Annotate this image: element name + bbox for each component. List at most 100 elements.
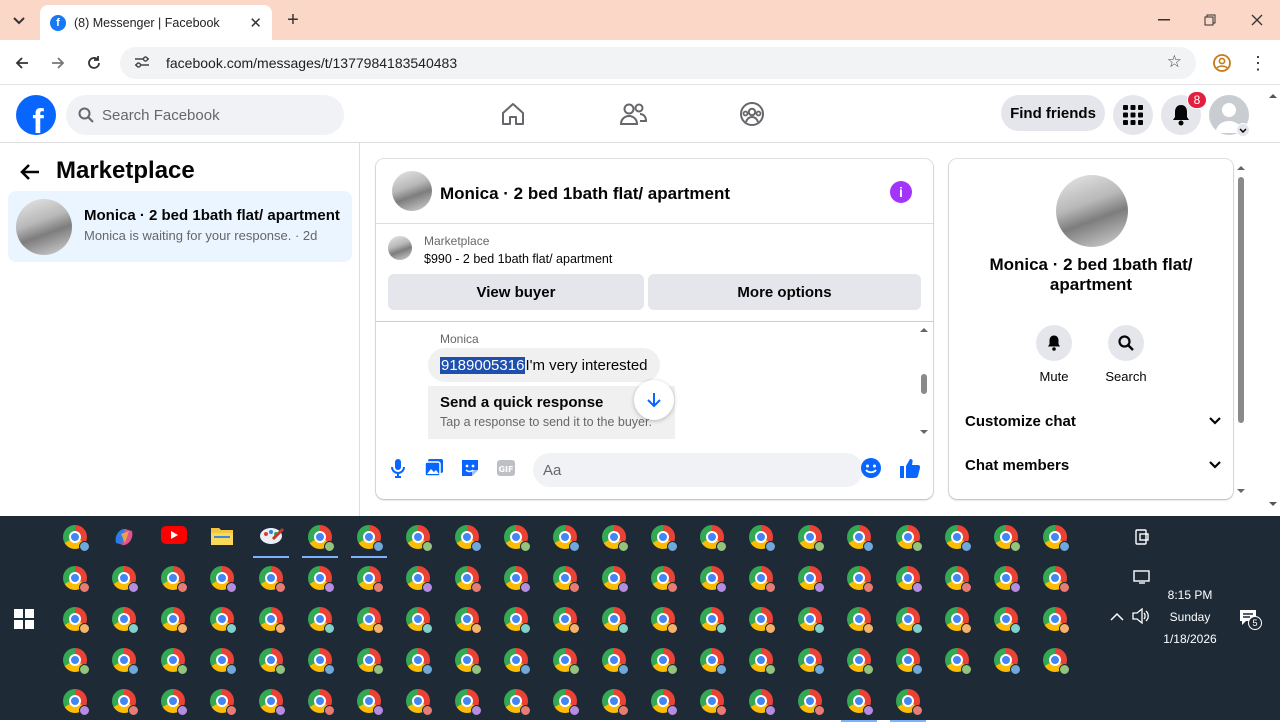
emoji-icon[interactable] <box>859 456 883 480</box>
clock-day[interactable]: Sunday <box>1150 610 1230 624</box>
info-icon[interactable]: i <box>890 181 912 203</box>
windows-start-icon[interactable] <box>14 609 34 629</box>
close-tab-icon[interactable]: ✕ <box>249 14 262 32</box>
chrome-profile-icon[interactable] <box>994 607 1021 634</box>
chrome-profile-icon[interactable] <box>455 566 482 593</box>
show-hidden-icons-chevron-up-icon[interactable] <box>1110 609 1126 625</box>
clock-date[interactable]: 1/18/2026 <box>1150 632 1230 646</box>
details-avatar[interactable] <box>1056 175 1128 247</box>
chrome-profile-icon[interactable] <box>357 566 384 593</box>
chrome-profile-icon[interactable] <box>259 648 286 675</box>
chrome-profile-icon[interactable] <box>504 689 531 716</box>
chrome-profile-icon[interactable] <box>308 648 335 675</box>
photo-icon[interactable] <box>422 456 446 480</box>
chat-avatar[interactable] <box>392 171 432 211</box>
thread-scrollbar[interactable] <box>919 326 929 436</box>
chrome-profile-icon[interactable] <box>504 648 531 675</box>
chrome-profile-icon[interactable] <box>504 525 531 552</box>
chrome-profile-icon[interactable] <box>406 566 433 593</box>
chrome-profile-icon[interactable] <box>847 607 874 634</box>
chrome-profile-icon[interactable] <box>553 648 580 675</box>
chrome-profile-icon[interactable] <box>945 607 972 634</box>
chrome-profile-icon[interactable] <box>308 607 335 634</box>
minimize-icon[interactable] <box>1152 9 1176 31</box>
reload-icon[interactable] <box>82 51 106 75</box>
clock-time[interactable]: 8:15 PM <box>1150 588 1230 602</box>
chrome-profile-icon[interactable] <box>259 566 286 593</box>
chrome-profile-icon[interactable] <box>700 525 727 552</box>
friends-icon[interactable] <box>618 99 648 129</box>
chrome-profile-icon[interactable] <box>847 566 874 593</box>
chat-members-row[interactable]: Chat members <box>965 453 1221 477</box>
new-tab-icon[interactable]: + <box>282 9 304 31</box>
chrome-profile-icon[interactable] <box>63 648 90 675</box>
chrome-profile-icon[interactable] <box>553 607 580 634</box>
chrome-profile-icon[interactable] <box>798 648 825 675</box>
facebook-search-input[interactable]: Search Facebook <box>66 95 344 135</box>
view-buyer-button[interactable]: View buyer <box>388 274 644 310</box>
task-view-icon[interactable] <box>1133 528 1151 546</box>
notification-center-icon[interactable]: 5 <box>1238 608 1264 630</box>
chrome-profile-icon[interactable] <box>945 525 972 552</box>
chrome-profile-icon[interactable] <box>798 525 825 552</box>
chrome-profile-icon[interactable] <box>896 525 923 552</box>
address-bar[interactable]: facebook.com/messages/t/1377984183540483… <box>120 47 1196 79</box>
chrome-profile-icon[interactable] <box>700 689 727 716</box>
chrome-profile-icon[interactable] <box>161 648 188 675</box>
message-bubble[interactable]: 9189005316 I'm very interested <box>428 348 660 382</box>
forward-icon[interactable] <box>46 51 70 75</box>
chrome-profile-icon[interactable] <box>884 679 932 724</box>
volume-speaker-icon[interactable] <box>1132 607 1150 626</box>
chrome-profile-icon[interactable] <box>749 607 776 634</box>
chrome-profile-icon[interactable] <box>841 689 877 722</box>
chrome-profile-icon[interactable] <box>896 648 923 675</box>
paint-app-icon[interactable] <box>253 525 289 558</box>
chrome-profile-icon[interactable] <box>210 648 237 675</box>
message-thread[interactable]: Monica 9189005316 I'm very interested Se… <box>376 321 933 439</box>
chrome-profile-icon[interactable] <box>112 689 139 716</box>
site-info-icon[interactable] <box>134 55 152 72</box>
chrome-profile-icon[interactable] <box>749 566 776 593</box>
message-input[interactable]: Aa <box>533 453 863 487</box>
chrome-profile-icon[interactable] <box>357 648 384 675</box>
chrome-profile-icon[interactable] <box>700 607 727 634</box>
chrome-profile-icon[interactable] <box>798 607 825 634</box>
chrome-profile-icon[interactable] <box>651 566 678 593</box>
chrome-profile-icon[interactable] <box>112 566 139 593</box>
chrome-profile-icon[interactable] <box>798 566 825 593</box>
account-chevron-down-icon[interactable] <box>1236 123 1250 137</box>
page-scrollbar[interactable] <box>1266 88 1280 516</box>
chrome-profile-icon[interactable] <box>847 525 874 552</box>
chrome-profile-icon[interactable] <box>651 525 678 552</box>
chrome-profile-icon[interactable] <box>455 525 482 552</box>
chrome-profile-icon[interactable] <box>994 525 1021 552</box>
chrome-profile-icon[interactable] <box>1043 648 1070 675</box>
menu-grid-icon[interactable] <box>1113 95 1153 135</box>
home-icon[interactable] <box>498 99 528 129</box>
youtube-app-icon[interactable] <box>161 525 187 549</box>
facebook-logo-icon[interactable]: f <box>16 95 56 135</box>
groups-icon[interactable] <box>737 99 767 129</box>
chrome-profile-icon[interactable] <box>553 525 580 552</box>
chrome-profile-icon[interactable] <box>406 689 433 716</box>
back-arrow-icon[interactable] <box>20 161 40 187</box>
chrome-profile-icon[interactable] <box>63 607 90 634</box>
bookmark-star-icon[interactable]: ☆ <box>1167 52 1182 72</box>
chrome-profile-icon[interactable] <box>308 566 335 593</box>
chrome-profile-icon[interactable] <box>749 689 776 716</box>
mute-button[interactable]: Mute <box>1024 325 1084 384</box>
listing-title[interactable]: $990 - 2 bed 1bath flat/ apartment <box>424 252 612 266</box>
chrome-profile-icon[interactable] <box>945 566 972 593</box>
conversation-item[interactable]: Monica · 2 bed 1bath flat/ apartment Mon… <box>8 191 352 262</box>
chrome-profile-icon[interactable] <box>112 607 139 634</box>
like-thumb-icon[interactable] <box>898 456 922 480</box>
more-options-button[interactable]: More options <box>648 274 921 310</box>
chrome-profile-icon[interactable] <box>351 525 387 558</box>
details-scrollbar[interactable] <box>1236 163 1246 499</box>
chrome-profile-icon[interactable] <box>302 525 338 558</box>
gif-icon[interactable]: GIF <box>494 456 518 480</box>
chrome-profile-icon[interactable] <box>406 525 433 552</box>
file-explorer-icon[interactable] <box>210 525 234 549</box>
close-window-icon[interactable] <box>1245 9 1269 31</box>
chrome-profile-icon[interactable] <box>406 607 433 634</box>
